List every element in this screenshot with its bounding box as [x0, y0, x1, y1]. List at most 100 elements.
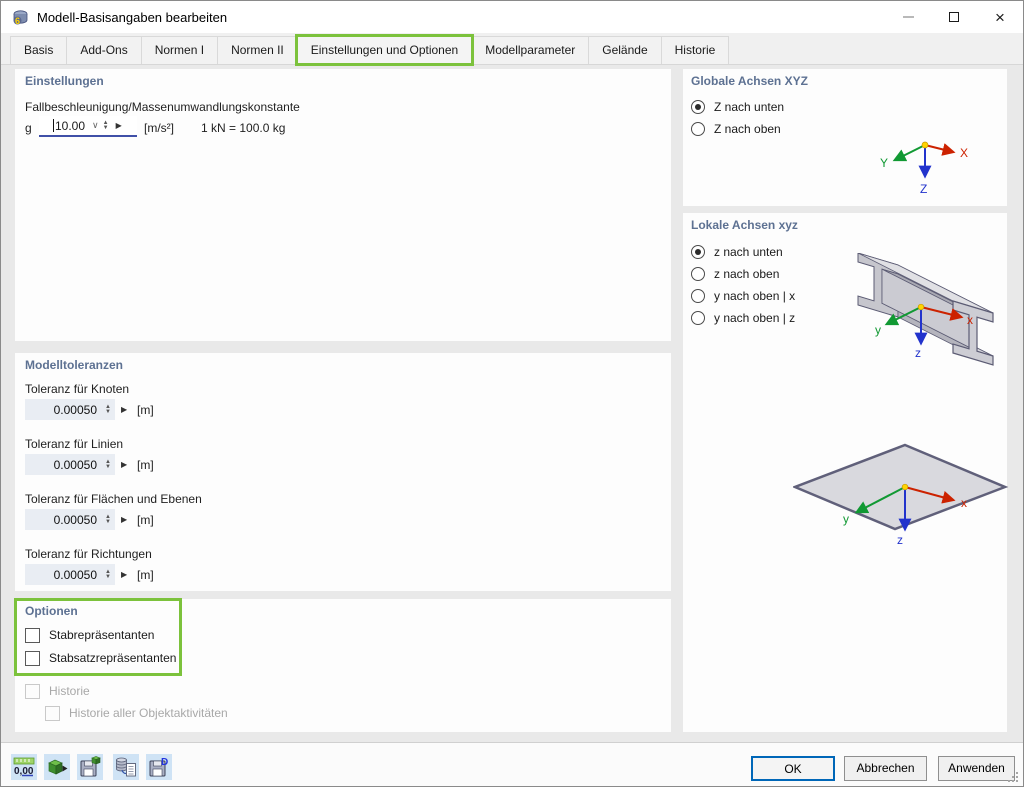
tolerance-unit: [m]	[137, 458, 154, 472]
maximize-button[interactable]	[931, 1, 977, 33]
spinner[interactable]: ▲ ▼	[101, 565, 115, 584]
expand-arrow-icon[interactable]: ▶	[121, 460, 127, 469]
options-panel-title: Optionen	[25, 604, 78, 618]
spin-down-icon[interactable]: ▼	[105, 519, 111, 525]
checkbox-historie-objektaktivitaeten: Historie aller Objektaktivitäten	[45, 705, 228, 721]
svg-text:y: y	[875, 323, 881, 337]
tolerance-linien-input[interactable]: 0.00050 ▲ ▼	[25, 454, 115, 475]
radio-label: y nach oben | x	[714, 289, 796, 303]
minimize-button[interactable]	[885, 1, 931, 33]
tab-historie[interactable]: Historie	[660, 36, 730, 64]
global-axes-panel: Globale Achsen XYZ Z nach unten Z nach o…	[683, 69, 1007, 206]
spin-down-icon[interactable]: ▼	[105, 409, 111, 415]
svg-text:z: z	[915, 346, 921, 360]
expand-arrow-icon[interactable]: ▶	[121, 570, 127, 579]
titlebar: 6 Modell-Basisangaben bearbeiten ×	[1, 1, 1023, 33]
tab-einstellungen-und-optionen[interactable]: Einstellungen und Optionen	[294, 34, 475, 66]
checkbox-icon[interactable]	[25, 650, 40, 666]
checkbox-label: Stabrepräsentanten	[49, 628, 155, 642]
checkbox-label: Stabsatzrepräsentanten	[49, 651, 177, 665]
apply-button[interactable]: Anwenden	[938, 756, 1015, 781]
decimal-places-button[interactable]: 0,00	[11, 754, 37, 780]
save-as-default-button[interactable]: D	[146, 754, 172, 780]
settings-panel: Einstellungen Fallbeschleunigung/Massenu…	[15, 69, 671, 341]
ok-button[interactable]: OK	[751, 756, 835, 781]
plate-local-axes-image: x y z	[793, 443, 1009, 547]
tab-bar: Basis Add-Ons Normen I Normen II Einstel…	[1, 33, 1023, 66]
local-axes-panel: Lokale Achsen xyz z nach unten z nach ob…	[683, 213, 1009, 732]
radio-global-z-up[interactable]: Z nach oben	[691, 121, 781, 137]
spinner[interactable]: ▲ ▼	[101, 455, 115, 474]
copy-from-model-button[interactable]	[113, 754, 139, 780]
svg-text:x: x	[961, 496, 967, 510]
ibeam-local-axes-image: x y z	[857, 253, 994, 366]
tolerances-panel-title: Modelltoleranzen	[25, 358, 124, 372]
radio-local-z-up[interactable]: z nach oben	[691, 266, 779, 282]
tab-basis[interactable]: Basis	[10, 36, 68, 64]
maximize-icon	[949, 12, 959, 22]
tab-add-ons[interactable]: Add-Ons	[66, 36, 142, 64]
gravity-spinner[interactable]: ▲ ▼	[99, 116, 113, 135]
radio-icon[interactable]	[691, 311, 705, 325]
tab-normen-1[interactable]: Normen I	[140, 36, 219, 64]
app-icon: 6	[13, 9, 28, 26]
checkbox-label: Historie	[49, 684, 90, 698]
apply-parameters-icon	[48, 759, 68, 775]
tolerance-richtungen-input[interactable]: 0.00050 ▲ ▼	[25, 564, 115, 585]
spin-down-icon[interactable]: ▼	[103, 125, 109, 131]
checkbox-label: Historie aller Objektaktivitäten	[69, 706, 228, 720]
apply-parameters-button[interactable]	[44, 754, 70, 780]
minimize-icon	[902, 16, 914, 18]
decimal-places-icon: 0,00	[13, 757, 35, 777]
cancel-button[interactable]: Abbrechen	[844, 756, 927, 781]
tab-gelaende[interactable]: Gelände	[588, 36, 662, 64]
spin-down-icon[interactable]: ▼	[105, 574, 111, 580]
tolerance-value: 0.00050	[53, 512, 97, 527]
tolerance-unit: [m]	[137, 403, 154, 417]
spinner[interactable]: ▲ ▼	[101, 510, 115, 529]
tolerance-flaechen-input[interactable]: 0.00050 ▲ ▼	[25, 509, 115, 530]
gravity-unit: [m/s²]	[144, 121, 174, 135]
close-button[interactable]: ×	[977, 1, 1023, 33]
gravity-input[interactable]: 10.00 ∨ ▲ ▼ ▶	[39, 116, 137, 137]
gravity-label: Fallbeschleunigung/Massenumwandlungskons…	[25, 100, 300, 114]
tolerance-unit: [m]	[137, 568, 154, 582]
settings-panel-title: Einstellungen	[25, 74, 104, 88]
resize-grip[interactable]	[1007, 771, 1019, 783]
checkbox-stabsatzrepraesentanten[interactable]: Stabsatzrepräsentanten	[25, 650, 176, 666]
svg-text:Z: Z	[920, 182, 927, 196]
text-caret	[53, 119, 54, 132]
chevron-down-icon[interactable]: ∨	[92, 120, 99, 131]
tolerance-label: Toleranz für Knoten	[25, 382, 130, 396]
checkbox-icon	[45, 705, 60, 721]
radio-icon[interactable]	[691, 245, 705, 259]
tab-normen-2[interactable]: Normen II	[217, 36, 298, 64]
tolerance-knoten-input[interactable]: 0.00050 ▲ ▼	[25, 399, 115, 420]
spin-down-icon[interactable]: ▼	[105, 464, 111, 470]
checkbox-stabrepraesentanten[interactable]: Stabrepräsentanten	[25, 627, 154, 643]
radio-icon[interactable]	[691, 289, 705, 303]
checkbox-historie: Historie	[25, 683, 90, 699]
radio-label: y nach oben | z	[714, 311, 796, 325]
radio-local-y-up-z[interactable]: y nach oben | z	[691, 310, 795, 326]
radio-icon[interactable]	[691, 100, 705, 114]
dialog-window: 6 Modell-Basisangaben bearbeiten × Basis…	[0, 0, 1024, 787]
tolerance-label: Toleranz für Richtungen	[25, 547, 152, 561]
expand-arrow-icon[interactable]: ▶	[116, 121, 122, 130]
expand-arrow-icon[interactable]: ▶	[121, 405, 127, 414]
svg-text:D: D	[161, 757, 168, 768]
radio-local-z-down[interactable]: z nach unten	[691, 244, 783, 260]
footer-bar: 0,00 D OK Abbrechen Anwenden	[1, 742, 1023, 786]
tolerances-panel: Modelltoleranzen Toleranz für Knoten 0.0…	[15, 353, 671, 591]
tolerance-label: Toleranz für Flächen und Ebenen	[25, 492, 202, 506]
save-as-template-button[interactable]	[77, 754, 103, 780]
expand-arrow-icon[interactable]: ▶	[121, 515, 127, 524]
radio-global-z-down[interactable]: Z nach unten	[691, 99, 784, 115]
radio-local-y-up-x[interactable]: y nach oben | x	[691, 288, 795, 304]
spinner[interactable]: ▲ ▼	[101, 400, 115, 419]
radio-icon[interactable]	[691, 122, 705, 136]
radio-icon[interactable]	[691, 267, 705, 281]
g-symbol: g	[25, 121, 32, 135]
checkbox-icon[interactable]	[25, 627, 40, 643]
tab-modellparameter[interactable]: Modellparameter	[471, 36, 590, 64]
